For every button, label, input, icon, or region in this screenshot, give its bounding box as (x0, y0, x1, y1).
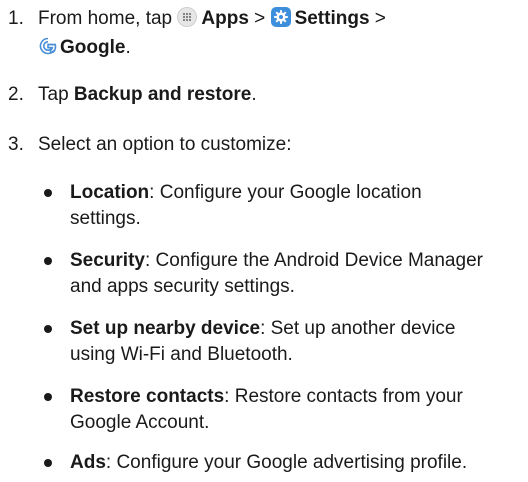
instructions-page: 1. From home, tap Apps > Settings > Goog… (0, 0, 528, 482)
option-label: Security (70, 250, 145, 271)
option-line-1: Restore contacts: Restore contacts from … (70, 384, 520, 410)
separator: > (254, 8, 266, 29)
step-number: 3. (8, 134, 24, 155)
step-1-body: From home, tap Apps > Settings > Google. (38, 6, 520, 64)
option-desc-line-2: Google Account. (70, 412, 210, 433)
step-1-line-2: Google. (38, 35, 520, 64)
option-set-up-nearby-device: Set up nearby device: Set up another dev… (44, 316, 520, 368)
option-label: Restore contacts (70, 386, 225, 407)
option-line-1: Location: Configure your Google location (70, 180, 520, 206)
bullet-dot (44, 257, 52, 265)
option-location: Location: Configure your Google location… (44, 180, 520, 232)
separator: > (374, 8, 386, 29)
google-label: Google (60, 37, 126, 58)
apps-grid-icon (177, 7, 198, 35)
bullet-dot (44, 189, 52, 197)
option-label: Set up nearby device (70, 318, 261, 339)
option-label: Location (70, 182, 150, 203)
option-desc: : Configure your Google location (149, 182, 422, 203)
bullet-dot (44, 393, 52, 401)
bullet-dot (44, 325, 52, 333)
option-desc: : Configure your Google advertising prof… (105, 452, 468, 473)
option-desc-line-2: settings. (70, 208, 141, 229)
option-desc-line-2: using Wi-Fi and Bluetooth. (70, 344, 293, 365)
period: . (251, 84, 257, 105)
option-ads: Ads: Configure your Google advertising p… (44, 450, 520, 476)
option-desc: : Set up another device (260, 318, 456, 339)
backup-restore-label: Backup and restore (73, 84, 252, 105)
step-1-line-1: From home, tap Apps > Settings > (38, 6, 520, 35)
step-3-text: Select an option to customize: (38, 134, 292, 155)
option-desc: : Restore contacts from your (224, 386, 463, 407)
step-2-intro-text: Tap (38, 84, 69, 105)
step-2-line: Tap Backup and restore. (38, 82, 520, 108)
step-number: 1. (8, 8, 24, 29)
option-security: Security: Configure the Android Device M… (44, 248, 520, 300)
google-g-icon (38, 36, 58, 64)
option-line-1: Set up nearby device: Set up another dev… (70, 316, 520, 342)
bullet-dot (44, 459, 52, 467)
option-desc: : Configure the Android Device Manager (144, 250, 483, 271)
apps-label: Apps (201, 8, 249, 29)
step-1-intro-text: From home, tap (38, 8, 173, 29)
option-line-1: Ads: Configure your Google advertising p… (70, 450, 520, 476)
option-restore-contacts: Restore contacts: Restore contacts from … (44, 384, 520, 436)
step-3-body: Select an option to customize: (38, 132, 520, 158)
step-number: 2. (8, 84, 24, 105)
option-desc-line-2: and apps security settings. (70, 276, 295, 297)
period: . (125, 37, 131, 58)
step-2-body: Tap Backup and restore. (38, 82, 520, 108)
settings-label: Settings (294, 8, 370, 29)
settings-gear-icon (270, 7, 291, 35)
option-label: Ads (70, 452, 106, 473)
option-line-1: Security: Configure the Android Device M… (70, 248, 520, 274)
